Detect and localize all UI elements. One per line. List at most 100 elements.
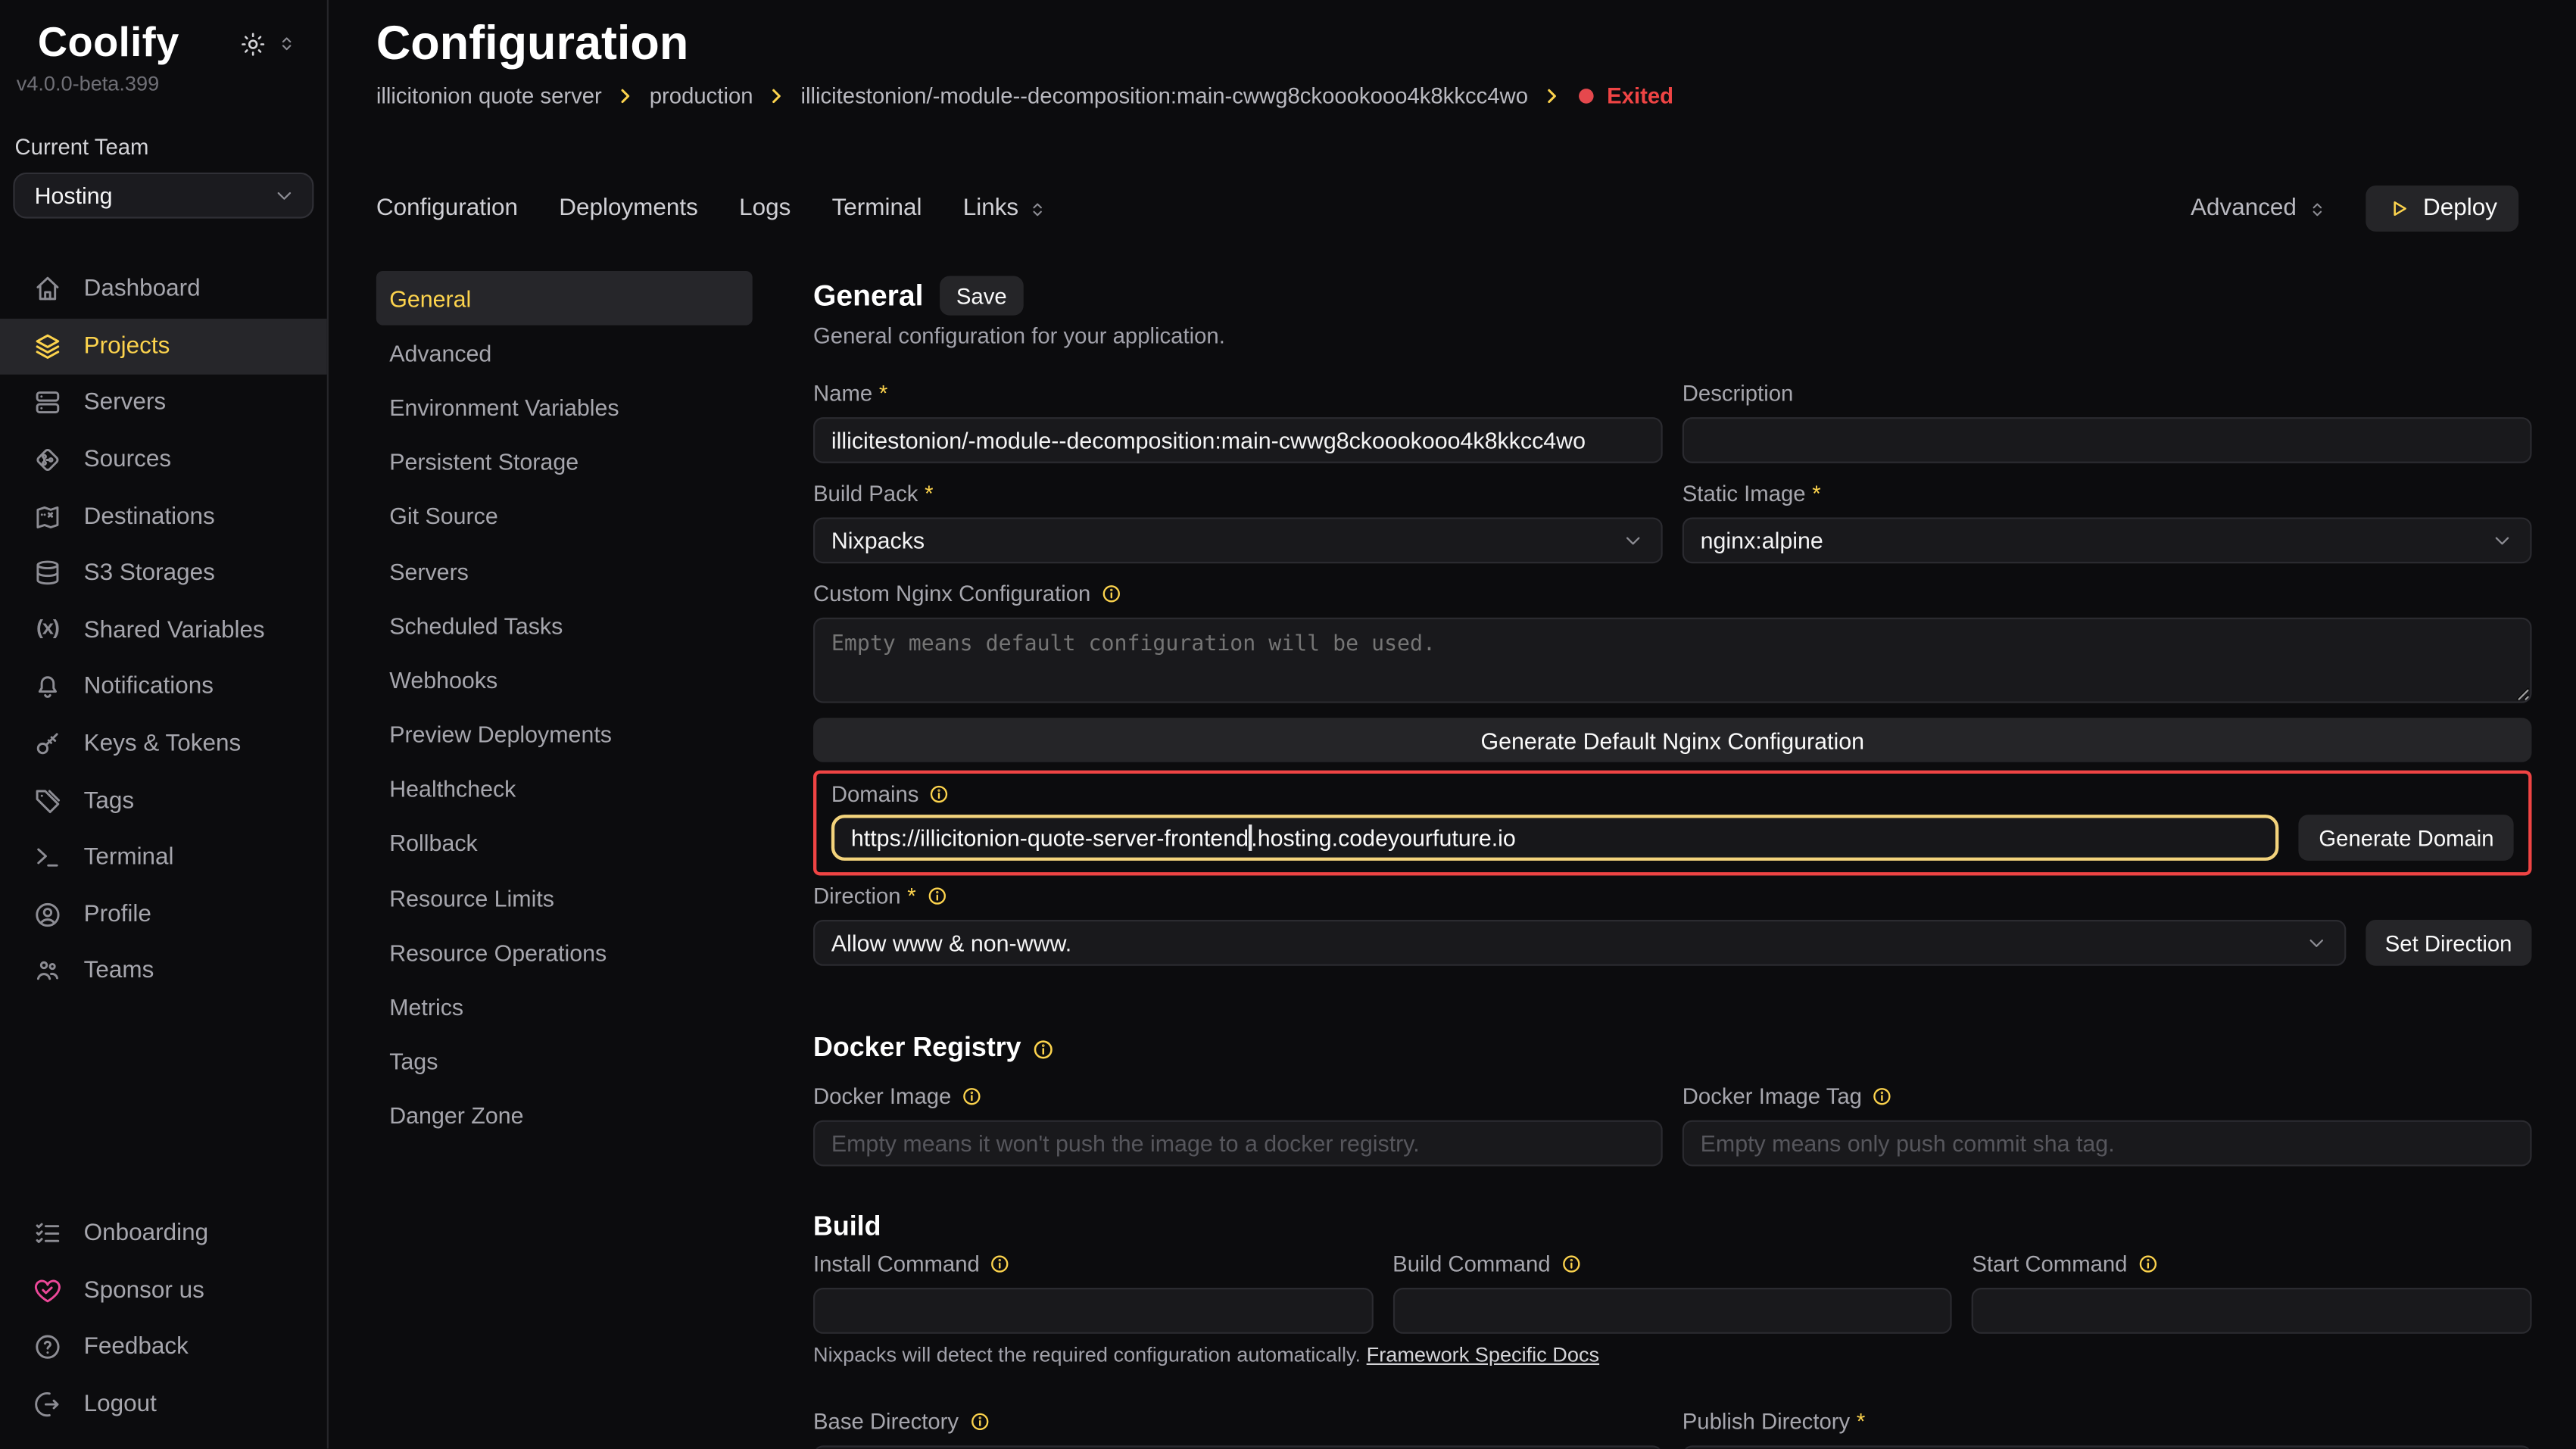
sidebar-item-profile[interactable]: Profile: [0, 887, 327, 943]
sidebar-item-notifications[interactable]: Notifications: [0, 659, 327, 715]
build-pack-label: Build Pack*: [813, 481, 1663, 506]
theme-sun-icon[interactable]: [240, 30, 267, 57]
tab-configuration[interactable]: Configuration: [376, 195, 518, 222]
sidebar-item-keys-tokens[interactable]: Keys & Tokens: [0, 715, 327, 772]
chevron-down-icon: [273, 184, 295, 207]
subnav-git-source[interactable]: Git Source: [376, 489, 753, 544]
team-select-value: Hosting: [35, 182, 273, 209]
breadcrumb-application[interactable]: illicitestonion/-module--decomposition:m…: [800, 84, 1528, 109]
nixpacks-note: Nixpacks will detect the required config…: [813, 1344, 2532, 1366]
theme-updown-icon[interactable]: [276, 33, 298, 54]
subnav-persistent-storage[interactable]: Persistent Storage: [376, 435, 753, 489]
advanced-menu[interactable]: Advanced: [2191, 195, 2328, 222]
subnav-rollback[interactable]: Rollback: [376, 816, 753, 871]
build-heading: Build: [813, 1212, 2532, 1243]
subnav-scheduled-tasks[interactable]: Scheduled Tasks: [376, 598, 753, 653]
set-direction-button[interactable]: Set Direction: [2365, 920, 2532, 966]
install-command-label: Install Command: [813, 1251, 1373, 1276]
page-title: Configuration: [376, 17, 2576, 73]
docker-image-input[interactable]: [813, 1120, 1663, 1167]
breadcrumb-project[interactable]: illicitonion quote server: [376, 84, 602, 109]
docker-image-label: Docker Image: [813, 1084, 1663, 1109]
info-icon: [1031, 1037, 1054, 1060]
direction-select[interactable]: Allow www & non-www.: [813, 920, 2346, 966]
subnav-metrics[interactable]: Metrics: [376, 980, 753, 1034]
database-icon: [33, 559, 62, 588]
tab-links[interactable]: Links: [963, 195, 1049, 222]
description-input[interactable]: [1683, 417, 2532, 463]
sidebar-item-destinations[interactable]: Destinations: [0, 488, 327, 545]
domains-input[interactable]: https://illicitonion-quote-server-fronte…: [831, 815, 2279, 861]
status-badge: Exited: [1607, 84, 1673, 109]
info-icon: [961, 1086, 982, 1107]
info-icon: [990, 1253, 1011, 1274]
name-input[interactable]: [813, 417, 1663, 463]
tab-deployments[interactable]: Deployments: [559, 195, 698, 222]
build-pack-select[interactable]: Nixpacks: [813, 517, 1663, 563]
build-command-input[interactable]: [1392, 1288, 1952, 1334]
bell-icon: [33, 672, 62, 702]
save-button[interactable]: Save: [940, 276, 1023, 316]
sidebar-item-s3-storages[interactable]: S3 Storages: [0, 545, 327, 602]
section-title-general: General: [813, 279, 923, 313]
info-icon: [1872, 1086, 1893, 1107]
subnav-general[interactable]: General: [376, 271, 753, 326]
subnav-preview-deployments[interactable]: Preview Deployments: [376, 707, 753, 762]
base-directory-input[interactable]: [813, 1445, 1663, 1448]
subnav-resource-limits[interactable]: Resource Limits: [376, 871, 753, 925]
tab-logs[interactable]: Logs: [739, 195, 791, 222]
docker-registry-heading: Docker Registry: [813, 1033, 2532, 1064]
build-command-label: Build Command: [1392, 1251, 1952, 1276]
docker-image-tag-input[interactable]: [1683, 1120, 2532, 1167]
static-image-select[interactable]: nginx:alpine: [1683, 517, 2532, 563]
breadcrumb: illicitonion quote server production ill…: [376, 84, 2576, 109]
subnav-advanced[interactable]: Advanced: [376, 326, 753, 380]
map-icon: [33, 502, 62, 531]
sidebar-item-feedback[interactable]: Feedback: [0, 1319, 327, 1376]
info-icon: [926, 885, 947, 906]
sidebar-item-shared-variables[interactable]: (x) Shared Variables: [0, 602, 327, 659]
required-asterisk: *: [907, 883, 915, 908]
tab-bar: Configuration Deployments Logs Terminal …: [376, 185, 2518, 232]
heart-hands-icon: [33, 1276, 62, 1305]
subnav-healthcheck[interactable]: Healthcheck: [376, 762, 753, 816]
base-directory-label: Base Directory: [813, 1410, 1663, 1435]
start-command-input[interactable]: [1972, 1288, 2531, 1334]
sidebar-item-onboarding[interactable]: Onboarding: [0, 1205, 327, 1262]
direction-label: Direction*: [813, 883, 2532, 908]
sidebar-item-logout[interactable]: Logout: [0, 1376, 327, 1432]
generate-domain-button[interactable]: Generate Domain: [2299, 815, 2513, 861]
install-command-input[interactable]: [813, 1288, 1373, 1334]
subnav-danger-zone[interactable]: Danger Zone: [376, 1089, 753, 1143]
server-icon: [33, 388, 62, 418]
users-icon: [33, 957, 62, 986]
deploy-button[interactable]: Deploy: [2365, 185, 2518, 232]
sidebar-item-tags[interactable]: Tags: [0, 773, 327, 830]
subnav-environment-variables[interactable]: Environment Variables: [376, 380, 753, 435]
generate-nginx-button[interactable]: Generate Default Nginx Configuration: [813, 718, 2532, 762]
sidebar-item-projects[interactable]: Projects: [0, 318, 327, 375]
domains-label: Domains: [831, 782, 2514, 807]
sidebar-item-teams[interactable]: Teams: [0, 943, 327, 1000]
publish-directory-input[interactable]: [1683, 1445, 2532, 1448]
chevron-right-icon: [766, 86, 787, 107]
sidebar-item-sponsor-us[interactable]: Sponsor us: [0, 1262, 327, 1319]
subnav-webhooks[interactable]: Webhooks: [376, 653, 753, 707]
subnav-servers[interactable]: Servers: [376, 544, 753, 598]
framework-docs-link[interactable]: Framework Specific Docs: [1367, 1344, 1599, 1366]
required-asterisk: *: [1857, 1410, 1865, 1435]
required-asterisk: *: [1812, 481, 1820, 506]
subnav-resource-operations[interactable]: Resource Operations: [376, 925, 753, 980]
sidebar-item-sources[interactable]: Sources: [0, 432, 327, 488]
chevron-right-icon: [615, 86, 636, 107]
chevron-updown-icon: [1027, 198, 1048, 219]
subnav-tags[interactable]: Tags: [376, 1034, 753, 1089]
tab-terminal[interactable]: Terminal: [832, 195, 922, 222]
custom-nginx-textarea[interactable]: [813, 618, 2532, 703]
sidebar-item-dashboard[interactable]: Dashboard: [0, 261, 327, 318]
sidebar-item-terminal[interactable]: Terminal: [0, 830, 327, 887]
team-select[interactable]: Hosting: [13, 173, 313, 219]
breadcrumb-environment[interactable]: production: [650, 84, 753, 109]
sidebar-item-servers[interactable]: Servers: [0, 375, 327, 432]
publish-directory-label: Publish Directory*: [1683, 1410, 2532, 1435]
